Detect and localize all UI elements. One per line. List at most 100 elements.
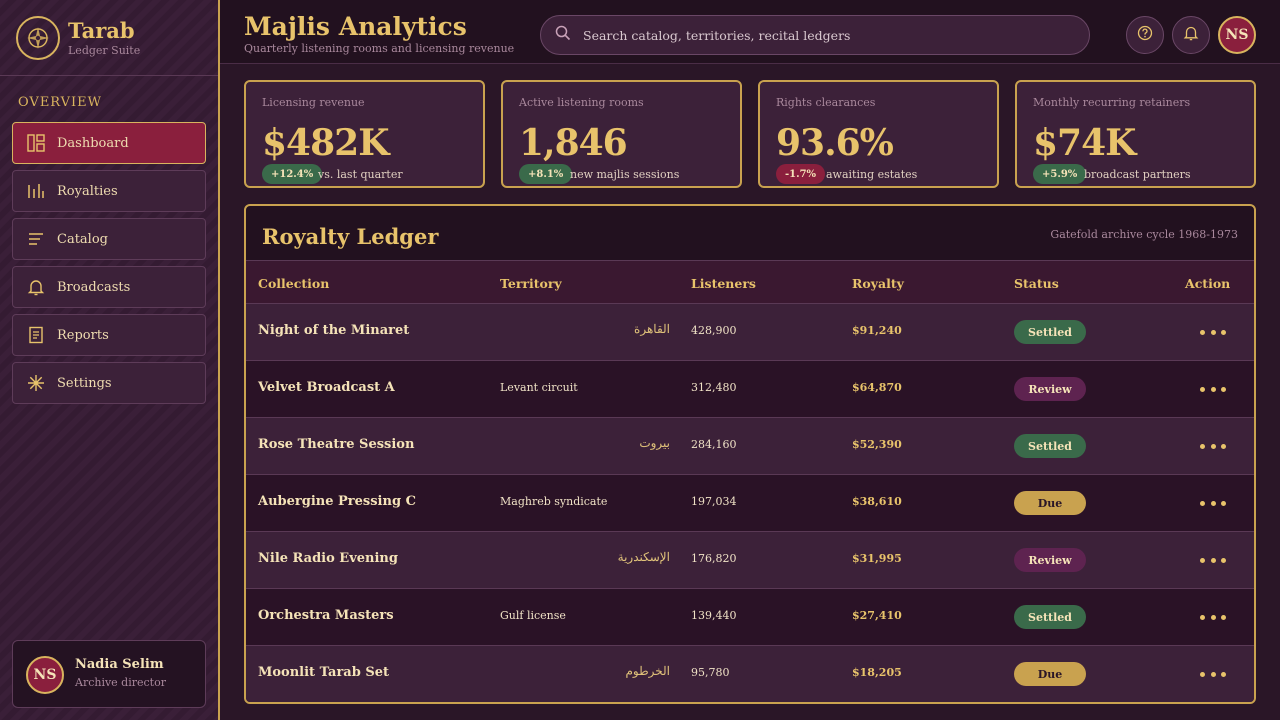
- search-bar[interactable]: [540, 15, 1090, 55]
- table-row[interactable]: Aubergine Pressing C Maghreb syndicate 1…: [246, 475, 1254, 532]
- kpi-label: Active listening rooms: [519, 96, 644, 109]
- brand-subtitle: Ledger Suite: [68, 44, 141, 57]
- dot-icon: [1221, 671, 1226, 677]
- sidebar-item-royalties[interactable]: Royalties: [12, 170, 206, 212]
- more-actions-button[interactable]: [1200, 664, 1226, 684]
- kpi-label: Monthly recurring retainers: [1033, 96, 1191, 109]
- table-row[interactable]: Orchestra Masters Gulf license 139,440 $…: [246, 589, 1254, 646]
- more-actions-button[interactable]: [1200, 493, 1226, 513]
- sidebar-item-catalog[interactable]: Catalog: [12, 218, 206, 260]
- trend-badge: +5.9%: [1033, 164, 1087, 184]
- search-input[interactable]: [583, 27, 1063, 43]
- table-row[interactable]: Velvet Broadcast A Levant circuit 312,48…: [246, 361, 1254, 418]
- notifications-button[interactable]: [1172, 16, 1210, 54]
- royalty: $52,390: [852, 438, 902, 451]
- more-actions-button[interactable]: [1200, 607, 1226, 627]
- profile-card[interactable]: NS Nadia Selim Archive director: [12, 640, 206, 708]
- brand[interactable]: Tarab Ledger Suite: [16, 16, 206, 62]
- dot-icon: [1221, 614, 1226, 620]
- status-badge: Review: [1014, 377, 1086, 401]
- territory: الإسكندرية: [617, 550, 670, 564]
- royalty: $64,870: [852, 381, 902, 394]
- royalty: $31,995: [852, 552, 902, 565]
- compass-logo-icon: [16, 16, 60, 60]
- column-header-territory[interactable]: Territory: [500, 276, 562, 291]
- column-header-collection[interactable]: Collection: [258, 276, 329, 291]
- listeners: 176,820: [691, 552, 737, 565]
- document-icon: [27, 326, 45, 344]
- dot-icon: [1210, 443, 1216, 449]
- listeners: 95,780: [691, 666, 730, 679]
- dot-icon: [1210, 557, 1216, 563]
- kpi-card-rights-clearances: Rights clearances 93.6% -1.7% awaiting e…: [758, 80, 999, 188]
- sidebar-item-reports[interactable]: Reports: [12, 314, 206, 356]
- table-row[interactable]: Nile Radio Evening الإسكندرية 176,820 $3…: [246, 532, 1254, 589]
- collection-name: Rose Theatre Session: [258, 437, 415, 452]
- more-actions-button[interactable]: [1200, 379, 1226, 399]
- column-header-listeners[interactable]: Listeners: [691, 276, 756, 291]
- kpi-value: $482K: [262, 122, 389, 164]
- collection-name: Aubergine Pressing C: [258, 494, 416, 509]
- dot-icon: [1221, 443, 1226, 449]
- page-title: Majlis Analytics: [244, 12, 467, 41]
- column-header-status[interactable]: Status: [1014, 276, 1059, 291]
- royalty-ledger: Royalty Ledger Gatefold archive cycle 19…: [244, 204, 1256, 704]
- ledger-cycle: Gatefold archive cycle 1968-1973: [1050, 228, 1238, 241]
- kpi-card-active-listening-rooms: Active listening rooms 1,846 +8.1% new m…: [501, 80, 742, 188]
- sidebar-item-label: Dashboard: [57, 135, 129, 151]
- kpi-note: awaiting estates: [826, 168, 918, 181]
- header-avatar[interactable]: NS: [1218, 16, 1256, 54]
- column-header-royalty[interactable]: Royalty: [852, 276, 904, 291]
- more-actions-button[interactable]: [1200, 322, 1226, 342]
- dot-icon: [1221, 557, 1226, 563]
- sidebar-item-label: Royalties: [57, 183, 118, 199]
- dot-icon: [1210, 671, 1216, 677]
- avatar: NS: [26, 656, 64, 694]
- search-icon: [555, 25, 571, 45]
- kpi-value: 93.6%: [776, 122, 894, 164]
- table-row[interactable]: Moonlit Tarab Set الخرطوم 95,780 $18,205…: [246, 646, 1254, 702]
- profile-name: Nadia Selim: [75, 657, 164, 672]
- sidebar-item-settings[interactable]: Settings: [12, 362, 206, 404]
- territory: القاهرة: [634, 322, 670, 336]
- table-header: Collection Territory Listeners Royalty S…: [246, 260, 1254, 304]
- dashboard-icon: [27, 134, 45, 152]
- sidebar-item-dashboard[interactable]: Dashboard: [12, 122, 206, 164]
- list-icon: [27, 230, 45, 248]
- kpi-card-licensing-revenue: Licensing revenue $482K +12.4% vs. last …: [244, 80, 485, 188]
- territory: بيروت: [639, 436, 670, 450]
- kpi-value: $74K: [1033, 122, 1136, 164]
- kpi-label: Licensing revenue: [262, 96, 365, 109]
- bell-icon: [1183, 25, 1199, 45]
- header: Majlis Analytics Quarterly listening roo…: [220, 0, 1280, 64]
- sidebar: Tarab Ledger Suite OVERVIEW Dashboard Ro…: [0, 0, 220, 720]
- kpi-note: vs. last quarter: [318, 168, 403, 181]
- sparkle-icon: [27, 374, 45, 392]
- status-badge: Review: [1014, 548, 1086, 572]
- brand-name: Tarab: [68, 18, 135, 43]
- dot-icon: [1210, 614, 1216, 620]
- dot-icon: [1221, 386, 1226, 392]
- sidebar-item-label: Broadcasts: [57, 279, 131, 295]
- kpi-card-monthly-retainers: Monthly recurring retainers $74K +5.9% b…: [1015, 80, 1256, 188]
- listeners: 197,034: [691, 495, 737, 508]
- dot-icon: [1200, 386, 1205, 392]
- kpi-note: new majlis sessions: [570, 168, 680, 181]
- sidebar-item-broadcasts[interactable]: Broadcasts: [12, 266, 206, 308]
- help-icon: [1137, 25, 1153, 45]
- bars-icon: [27, 182, 45, 200]
- ledger-title: Royalty Ledger: [262, 224, 439, 249]
- collection-name: Night of the Minaret: [258, 323, 410, 338]
- kpi-label: Rights clearances: [776, 96, 876, 109]
- profile-role: Archive director: [75, 676, 166, 689]
- listeners: 284,160: [691, 438, 737, 451]
- table-row[interactable]: Night of the Minaret القاهرة 428,900 $91…: [246, 304, 1254, 361]
- royalty: $38,610: [852, 495, 902, 508]
- more-actions-button[interactable]: [1200, 550, 1226, 570]
- royalty: $27,410: [852, 609, 902, 622]
- more-actions-button[interactable]: [1200, 436, 1226, 456]
- table-row[interactable]: Rose Theatre Session بيروت 284,160 $52,3…: [246, 418, 1254, 475]
- help-button[interactable]: [1126, 16, 1164, 54]
- dot-icon: [1200, 671, 1205, 677]
- sidebar-item-label: Catalog: [57, 231, 108, 247]
